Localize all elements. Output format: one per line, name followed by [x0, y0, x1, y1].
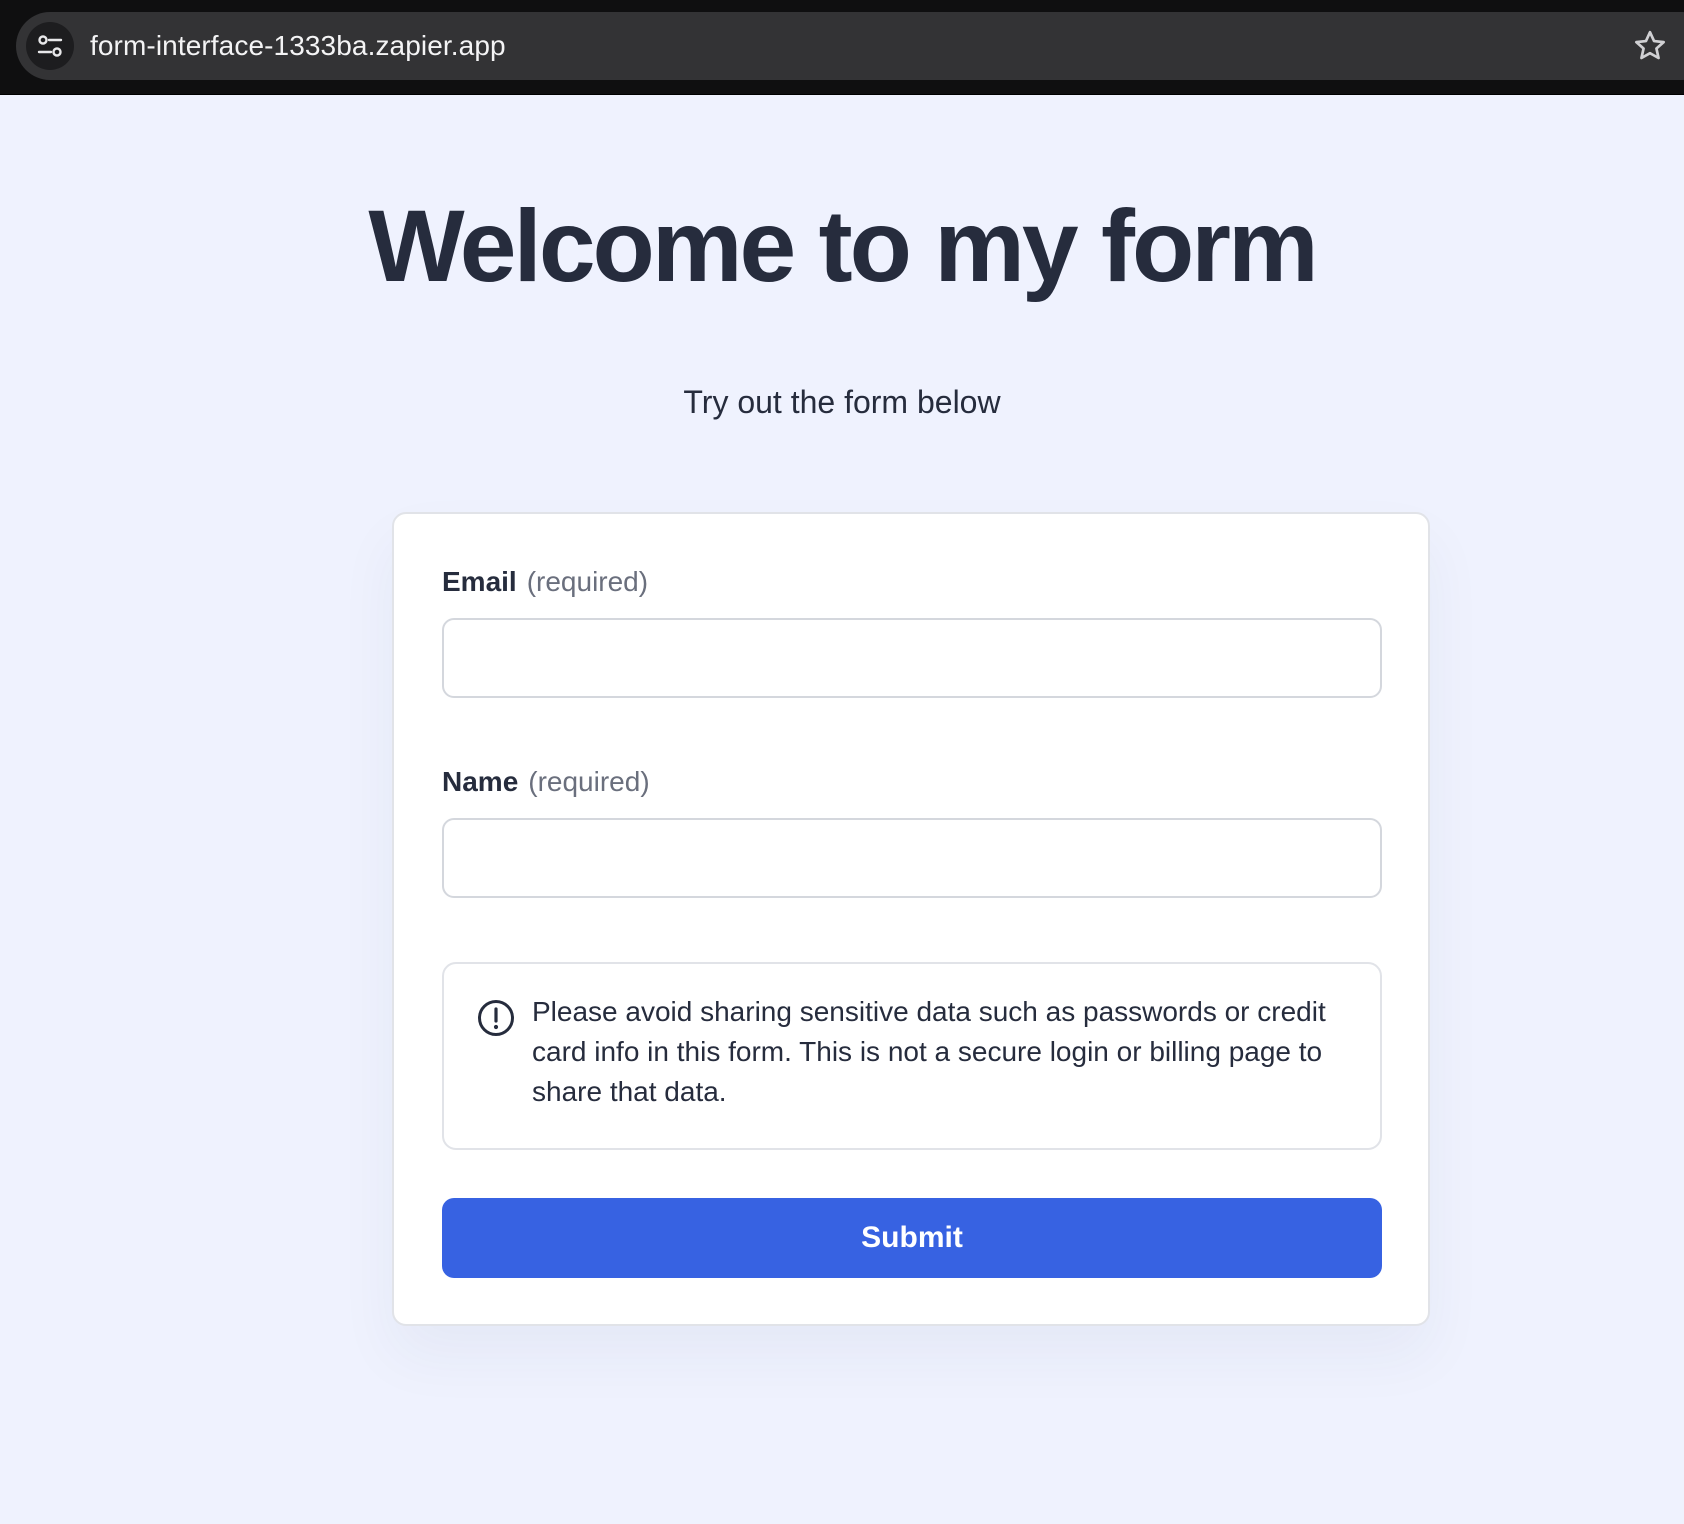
- email-input[interactable]: [442, 618, 1382, 698]
- submit-button[interactable]: Submit: [442, 1198, 1382, 1278]
- email-required-hint: (required): [526, 566, 649, 597]
- form-card: Email (required) Name (required) Please av…: [392, 512, 1430, 1326]
- tune-icon[interactable]: [26, 22, 74, 70]
- email-label-text: Email: [442, 566, 517, 597]
- page-title: Welcome to my form: [368, 189, 1318, 303]
- url-text[interactable]: form-interface-1333ba.zapier.app: [90, 28, 506, 64]
- star-outline-icon[interactable]: [1632, 28, 1668, 64]
- name-required-hint: (required): [528, 766, 650, 797]
- security-notice: Please avoid sharing sensitive data such…: [442, 962, 1382, 1150]
- name-input[interactable]: [442, 818, 1382, 898]
- page-subtitle: Try out the form below: [683, 384, 1001, 420]
- name-label-text: Name: [442, 766, 519, 797]
- name-label: Name (required): [442, 764, 650, 800]
- email-label: Email (required): [442, 564, 648, 600]
- browser-toolbar: form-interface-1333ba.zapier.app: [0, 0, 1684, 95]
- exclamation-circle-icon: [478, 1000, 514, 1036]
- notice-text: Please avoid sharing sensitive data such…: [532, 996, 1326, 1107]
